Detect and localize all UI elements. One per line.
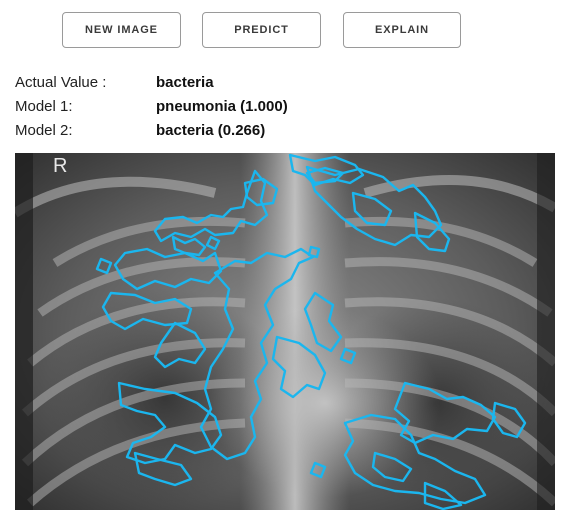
model2-label: Model 2:	[15, 122, 73, 139]
actual-value-row: Actual Value : bacteria	[15, 72, 535, 96]
model1-label: Model 1:	[15, 98, 73, 115]
left-edge-shadow	[15, 153, 33, 510]
actual-value-label: Actual Value :	[15, 74, 107, 91]
model2-row: Model 2: bacteria (0.266)	[15, 120, 535, 144]
xray-image: R	[15, 153, 555, 510]
actual-value: bacteria	[156, 74, 214, 91]
model1-prediction: pneumonia (1.000)	[156, 98, 288, 115]
xray-canvas	[15, 153, 555, 510]
right-edge-shadow	[537, 153, 555, 510]
explain-button[interactable]: EXPLAIN	[343, 12, 461, 48]
side-marker-r: R	[53, 155, 68, 177]
model1-row: Model 1: pneumonia (1.000)	[15, 96, 535, 120]
model2-prediction: bacteria (0.266)	[156, 122, 266, 139]
predict-button[interactable]: PREDICT	[202, 12, 321, 48]
page: NEW IMAGE PREDICT EXPLAIN Actual Value :…	[0, 0, 565, 523]
new-image-button[interactable]: NEW IMAGE	[62, 12, 181, 48]
results-panel: Actual Value : bacteria Model 1: pneumon…	[15, 72, 535, 144]
